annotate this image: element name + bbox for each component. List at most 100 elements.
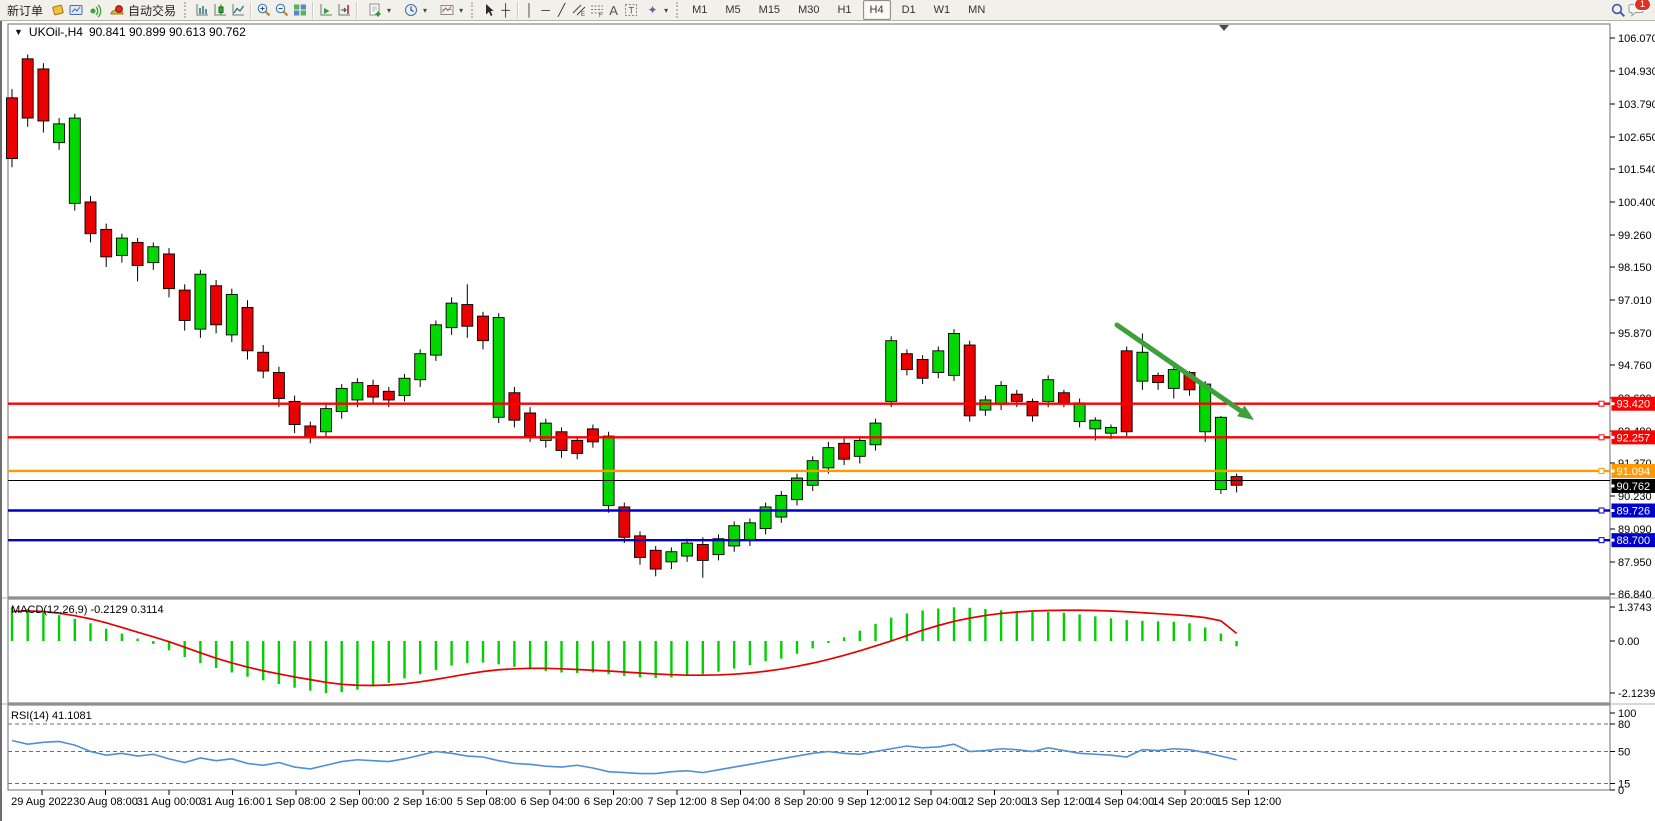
svg-text:12 Sep 04:00: 12 Sep 04:00 (898, 796, 963, 808)
horizontal-line-tool-icon[interactable]: ─ (538, 2, 553, 19)
bar-chart-icon[interactable] (193, 2, 210, 19)
indicators-button[interactable]: ▾ (361, 0, 396, 21)
chevron-down-icon: ▾ (459, 6, 463, 15)
svg-text:2 Sep 16:00: 2 Sep 16:00 (393, 796, 452, 808)
svg-text:12 Sep 20:00: 12 Sep 20:00 (962, 796, 1027, 808)
toolbar-separator (250, 2, 251, 19)
candlestick-chart-icon[interactable] (211, 2, 228, 19)
svg-text:F: F (599, 13, 603, 18)
add-indicator-icon (366, 2, 383, 19)
zoom-out-icon[interactable] (273, 2, 290, 19)
tile-windows-icon[interactable] (291, 2, 308, 19)
auto-trade-label: 自动交易 (128, 2, 176, 19)
notifications-button[interactable]: 1 (1628, 2, 1645, 19)
svg-text:99.260: 99.260 (1618, 230, 1652, 242)
timeframe-MN[interactable]: MN (961, 0, 992, 20)
svg-text:29 Aug 2022: 29 Aug 2022 (11, 796, 73, 808)
toolbar-separator (517, 2, 518, 19)
toolbar-grip[interactable] (676, 2, 682, 18)
toolbar-grip[interactable] (184, 2, 190, 18)
svg-text:104.930: 104.930 (1618, 66, 1655, 78)
timeframe-M15[interactable]: M15 (752, 0, 787, 20)
sticker-icon[interactable] (49, 2, 66, 19)
cursor-icon[interactable] (480, 2, 497, 19)
chevron-down-icon: ▾ (423, 6, 427, 15)
toolbar-separator (356, 2, 357, 19)
svg-text:88.700: 88.700 (1617, 535, 1651, 547)
svg-text:T: T (628, 6, 634, 16)
search-icon[interactable] (1610, 2, 1627, 19)
svg-text:13 Sep 12:00: 13 Sep 12:00 (1025, 796, 1090, 808)
toolbar-separator (312, 2, 313, 19)
svg-text:6 Sep 04:00: 6 Sep 04:00 (520, 796, 579, 808)
svg-text:9 Sep 12:00: 9 Sep 12:00 (838, 796, 897, 808)
signal-icon[interactable] (85, 2, 102, 19)
chart-shift-icon[interactable] (335, 2, 352, 19)
periods-button[interactable]: ▾ (397, 0, 432, 21)
line-chart-icon[interactable] (229, 2, 246, 19)
svg-text:86.840: 86.840 (1618, 589, 1652, 601)
svg-text:1 Sep 08:00: 1 Sep 08:00 (266, 796, 325, 808)
channel-tool-icon[interactable]: E (570, 2, 587, 19)
template-image-icon (438, 2, 455, 19)
chart-window[interactable]: ▼ UKOil-,H4 90.841 90.899 90.613 90.762 … (0, 21, 1655, 821)
svg-text:31 Aug 00:00: 31 Aug 00:00 (137, 796, 202, 808)
chart-title: ▼ UKOil-,H4 90.841 90.899 90.613 90.762 (14, 25, 246, 39)
new-order-label: 新订单 (7, 2, 43, 19)
auto-scroll-icon[interactable] (317, 2, 334, 19)
svg-text:97.010: 97.010 (1618, 295, 1652, 307)
timeframe-H1[interactable]: H1 (830, 0, 858, 20)
crosshair-icon[interactable]: ┼ (498, 2, 513, 19)
svg-text:100.400: 100.400 (1618, 197, 1655, 209)
timeframe-W1[interactable]: W1 (927, 0, 958, 20)
svg-text:103.790: 103.790 (1618, 99, 1655, 111)
timeframe-M30[interactable]: M30 (791, 0, 826, 20)
timeframe-group: M1M5M15M30H1H4D1W1MN (685, 0, 992, 20)
vertical-line-tool-icon[interactable]: │ (522, 2, 537, 19)
svg-text:91.094: 91.094 (1617, 466, 1651, 478)
svg-text:15 Sep 12:00: 15 Sep 12:00 (1216, 796, 1281, 808)
panel-frames (2, 24, 1655, 790)
timeframe-D1[interactable]: D1 (895, 0, 923, 20)
symbol-period-label: UKOil-,H4 (29, 25, 83, 39)
timeframe-M1[interactable]: M1 (685, 0, 714, 20)
timeframe-H4[interactable]: H4 (863, 0, 891, 20)
ohlc-values: 90.841 90.899 90.613 90.762 (89, 25, 246, 39)
svg-text:93.420: 93.420 (1617, 399, 1651, 411)
svg-text:E: E (581, 12, 585, 18)
timeframe-M5[interactable]: M5 (718, 0, 747, 20)
toolbar-grip[interactable] (471, 2, 477, 18)
svg-text:30 Aug 08:00: 30 Aug 08:00 (73, 796, 138, 808)
zoom-in-icon[interactable] (255, 2, 272, 19)
svg-text:89.726: 89.726 (1617, 506, 1651, 518)
text-tool-icon[interactable]: A (606, 2, 621, 19)
chart-canvas[interactable]: 106.070104.930103.790102.650101.540100.4… (2, 21, 1655, 821)
text-label-tool-icon[interactable]: T (622, 2, 639, 19)
svg-text:8 Sep 04:00: 8 Sep 04:00 (711, 796, 770, 808)
clock-icon (402, 2, 419, 19)
svg-text:8 Sep 20:00: 8 Sep 20:00 (774, 796, 833, 808)
auto-trade-button[interactable]: 自动交易 (103, 0, 181, 21)
chevron-down-icon: ▾ (664, 6, 668, 15)
notification-badge: 1 (1634, 0, 1651, 11)
svg-text:0.00: 0.00 (1618, 636, 1639, 648)
svg-text:92.257: 92.257 (1617, 432, 1651, 444)
svg-text:101.540: 101.540 (1618, 164, 1655, 176)
svg-text:-2.1239: -2.1239 (1618, 688, 1655, 700)
new-order-button[interactable]: 新订单 (2, 0, 48, 21)
arrows-tool-button[interactable]: ✦ ▾ (640, 0, 673, 21)
chevron-down-icon: ▾ (387, 6, 391, 15)
trendline-tool-icon[interactable]: ╱ (554, 2, 569, 19)
one-click-trading-arrow[interactable]: ▼ (14, 27, 23, 37)
svg-text:MACD(12,26,9) -0.2129 0.3114: MACD(12,26,9) -0.2129 0.3114 (11, 604, 164, 616)
svg-text:94.760: 94.760 (1618, 360, 1652, 372)
time-axis[interactable]: 29 Aug 202230 Aug 08:0031 Aug 00:0031 Au… (11, 790, 1281, 808)
fibonacci-tool-icon[interactable]: F (588, 2, 605, 19)
arrows-tool-icon: ✦ (645, 2, 660, 19)
templates-button[interactable]: ▾ (433, 0, 468, 21)
svg-text:6 Sep 20:00: 6 Sep 20:00 (584, 796, 643, 808)
charts-window-icon[interactable] (67, 2, 84, 19)
svg-text:14 Sep 20:00: 14 Sep 20:00 (1152, 796, 1217, 808)
svg-text:50: 50 (1618, 747, 1630, 759)
svg-text:31 Aug 16:00: 31 Aug 16:00 (200, 796, 265, 808)
